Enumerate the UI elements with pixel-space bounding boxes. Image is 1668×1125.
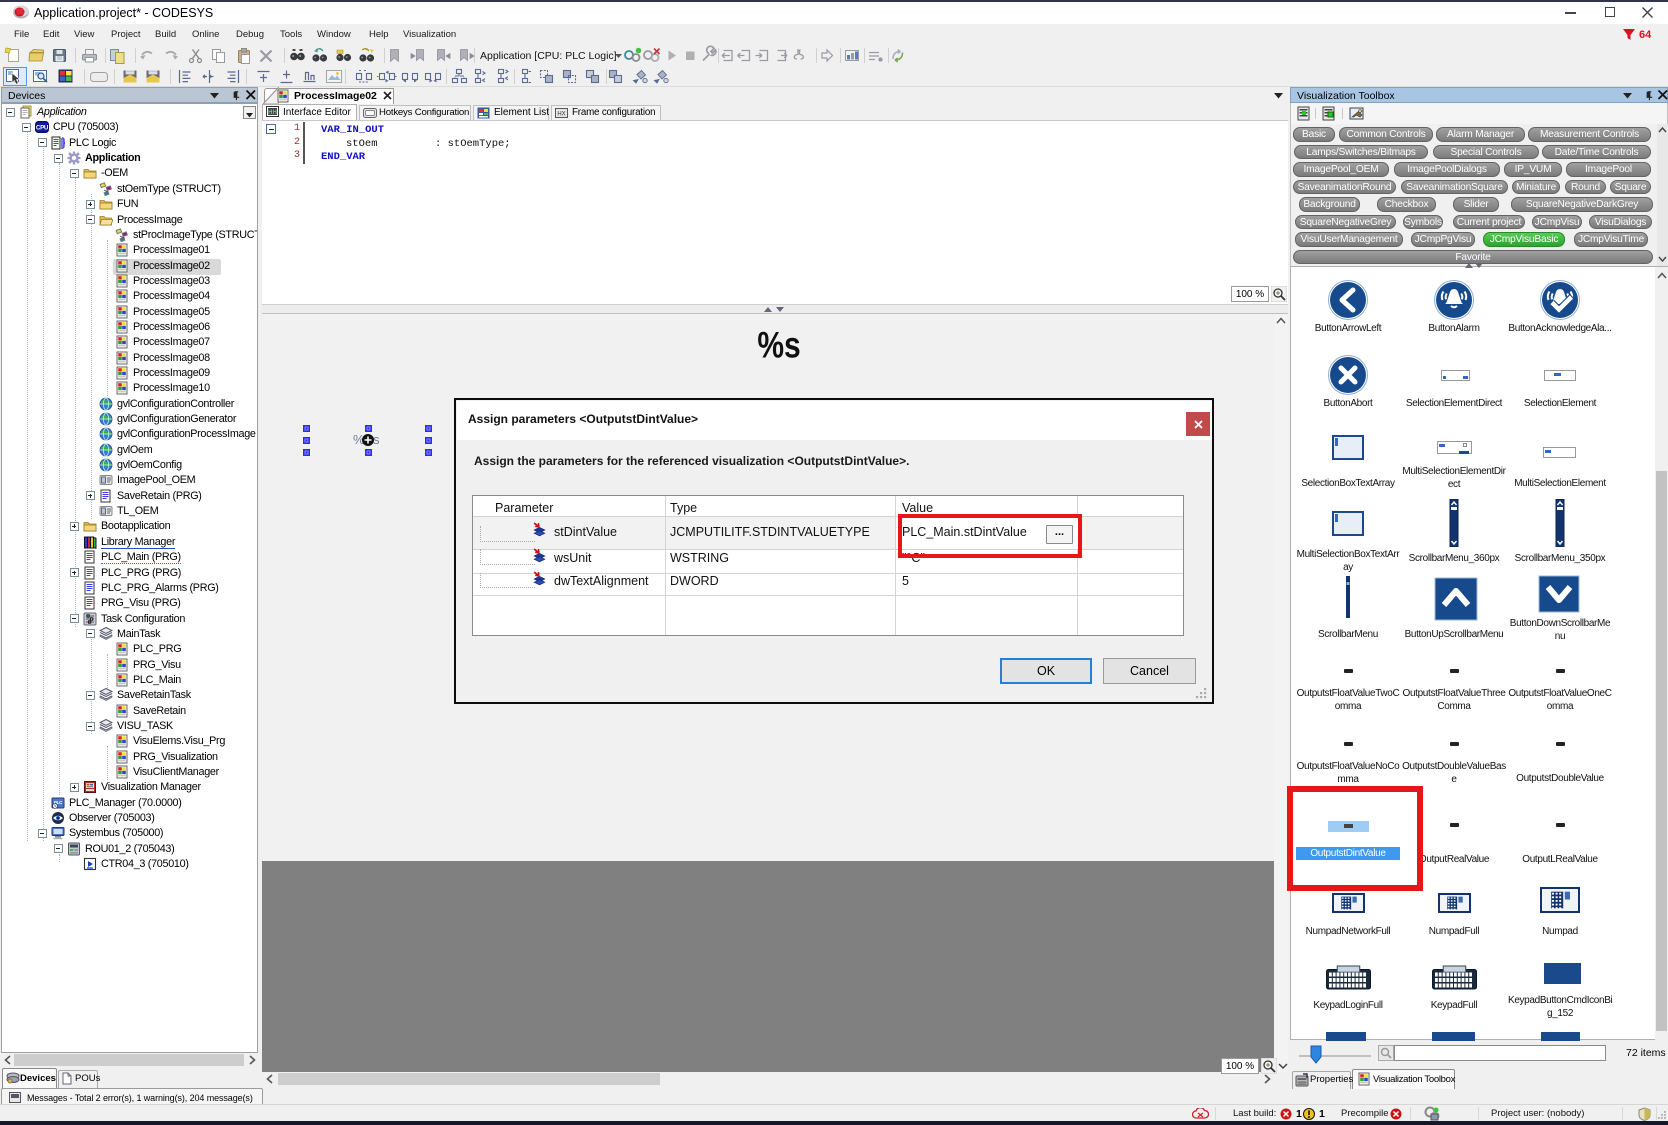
svg-text:HH: HH [268,110,277,116]
svg-text:HX: HX [557,112,565,118]
svg-text:Application [CPU: PLC Logic]: Application [CPU: PLC Logic] [480,50,617,62]
